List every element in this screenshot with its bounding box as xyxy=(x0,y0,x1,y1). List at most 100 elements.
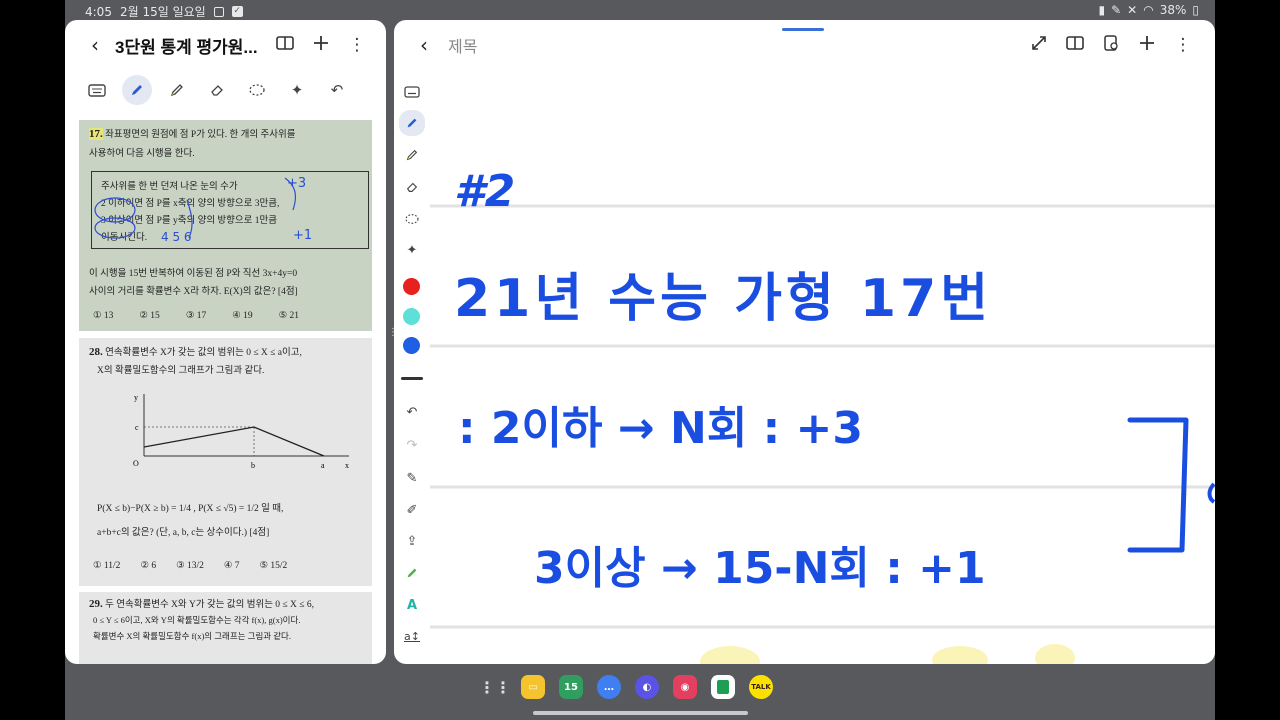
battery-level: 38% xyxy=(1159,3,1187,17)
back-arrow-icon[interactable]: ‹ xyxy=(81,33,109,57)
problem-28-choices: ① 11/2 ② 6 ③ 13/2 ④ 7 ⑤ 15/2 xyxy=(93,560,287,571)
status-time: 4:05 xyxy=(85,4,112,19)
note-toolbar: ‹ 제목 ⋮ xyxy=(394,20,1215,70)
more-options-icon[interactable]: ⋮ xyxy=(1165,35,1201,55)
problem-28-number: 28. xyxy=(89,346,103,358)
density-graph: y c O b a x xyxy=(133,393,349,470)
battery-icon: ▯ xyxy=(1192,3,1199,17)
ai-sparkle-icon[interactable]: ✦ xyxy=(277,74,317,106)
tablet-screen: 4:05 2월 15일 일요일 ✓ ▮ ✎ ✕ ◠ 38% ▯ ‹ 3단원 통계… xyxy=(65,0,1215,720)
text-style-icon[interactable]: A xyxy=(401,594,423,616)
keyboard-icon[interactable] xyxy=(401,81,423,103)
battery-saver-icon: ▮ xyxy=(1098,3,1106,17)
problem-17-choices: ① 13 ② 15 ③ 17 ④ 19 ⑤ 21 xyxy=(93,310,299,321)
camera-icon[interactable]: ◉ xyxy=(673,675,697,699)
pen-settings-icon[interactable]: ✐ xyxy=(401,499,423,521)
choice-5: ⑤ 15/2 xyxy=(259,561,288,571)
green-pen-icon[interactable] xyxy=(401,562,423,584)
pdf-viewer-pane: ‹ 3단원 통계 평가원... ⋮ ✦ ↶ 17. 좌표평면의 원점에 점 P가… xyxy=(65,20,386,664)
choice-1: ① 11/2 xyxy=(93,561,121,571)
eraser-icon[interactable] xyxy=(401,176,423,198)
split-view-handle[interactable]: ⋮ xyxy=(388,328,398,354)
pen-tool-icon[interactable] xyxy=(122,75,152,105)
graph-x-label: x xyxy=(345,461,349,470)
ink-case-one: : 2이하 → N회 : +3 xyxy=(458,403,864,454)
problem-17-ink-annotations xyxy=(94,177,297,239)
problem-28-card: 28. 연속확률변수 X가 갖는 값의 범위는 0 ≤ X ≤ a이고, X의 … xyxy=(79,338,372,586)
problem-17-card: 17. 좌표평면의 원점에 점 P가 있다. 한 개의 주사위를 사용하여 다음… xyxy=(79,120,372,331)
undo-icon[interactable]: ↶ xyxy=(317,74,357,106)
taskbar-dock: ⋮⋮ ▭ 15 … ◐ ◉ TALK xyxy=(479,671,773,703)
stroke-width-indicator[interactable] xyxy=(401,377,423,380)
messages-icon[interactable]: … xyxy=(597,675,621,699)
left-toolbar: ‹ 3단원 통계 평가원... ⋮ xyxy=(65,20,386,70)
kakaotalk-icon[interactable]: TALK xyxy=(749,675,773,699)
text-resize-icon[interactable]: a↕ xyxy=(401,625,423,647)
problem-17-line4: 사이의 거리를 확률변수 X라 하자. E(X)의 값은? [4점] xyxy=(89,287,298,297)
pen-tool-icon[interactable] xyxy=(399,110,425,136)
graph-c-label: c xyxy=(135,423,139,432)
problem-28-condition: P(X ≤ b)−P(X ≥ b) = 1/4 , P(X ≤ √5) = 1/… xyxy=(97,504,284,514)
check-notification-icon: ✓ xyxy=(231,6,243,17)
ink-heading: #2 xyxy=(454,166,516,217)
problem-29-line1: 29. 두 연속확률변수 X와 Y가 갖는 값의 범위는 0 ≤ X ≤ 6, xyxy=(89,596,314,610)
shape-pen-icon[interactable]: ✎ xyxy=(401,467,423,489)
choice-3: ③ 17 xyxy=(185,311,207,321)
ink-plus-three: +3 xyxy=(287,176,307,191)
lasso-icon[interactable] xyxy=(237,74,277,106)
files-icon[interactable]: ▭ xyxy=(521,675,545,699)
sheets-icon[interactable] xyxy=(711,675,735,699)
choice-2: ② 6 xyxy=(140,561,157,571)
note-title[interactable]: 제목 xyxy=(448,33,477,57)
eraser-icon[interactable] xyxy=(197,74,237,106)
calendar-icon[interactable]: 15 xyxy=(559,675,583,699)
ink-four-five-six: 4 5 6 xyxy=(161,230,192,244)
internet-icon[interactable]: ◐ xyxy=(635,675,659,699)
redo-icon[interactable]: ↷ xyxy=(401,434,423,456)
mute-icon: ✕ xyxy=(1127,3,1138,17)
book-view-icon[interactable] xyxy=(267,35,303,56)
add-icon[interactable] xyxy=(1129,35,1165,56)
lasso-icon[interactable] xyxy=(401,208,423,230)
problem-28-line3: a+b+c의 값은? (단, a, b, c는 상수이다.) [4점] xyxy=(97,528,270,538)
more-options-icon[interactable]: ⋮ xyxy=(339,35,375,55)
graph-y-label: y xyxy=(134,393,138,402)
gesture-nav-bar[interactable] xyxy=(533,711,748,715)
problem-28-line1: 28. 연속확률변수 X가 갖는 값의 범위는 0 ≤ X ≤ a이고, xyxy=(89,344,302,358)
problem-28-line2: X의 확률밀도함수의 그래프가 그림과 같다. xyxy=(97,366,265,376)
blue-color-swatch[interactable] xyxy=(403,337,420,354)
pen-icon: ✎ xyxy=(1111,3,1122,17)
note-tool-sidebar: ✦ ↶ ↷ ✎ ✐ ⇪ A a↕ xyxy=(394,70,430,664)
problem-28-text1: 연속확률변수 X가 갖는 값의 범위는 0 ≤ X ≤ a이고, xyxy=(105,348,302,358)
problem-29-text1: 두 연속확률변수 X와 Y가 갖는 값의 범위는 0 ≤ X ≤ 6, xyxy=(105,600,314,610)
problem-29-line2: 0 ≤ Y ≤ 6이고, X와 Y의 확률밀도함수는 각각 f(x), g(x)… xyxy=(93,615,301,625)
ink-plus-one: +1 xyxy=(293,228,313,243)
book-view-icon[interactable] xyxy=(1057,35,1093,56)
graph-a-label: a xyxy=(321,461,325,470)
note-canvas[interactable]: #2 21년 수능 가형 17번 : 2이하 → N회 : +3 3이상 → 1… xyxy=(430,70,1215,664)
ai-sparkle-icon[interactable]: ✦ xyxy=(401,239,423,261)
add-icon[interactable] xyxy=(303,35,339,56)
red-color-swatch[interactable] xyxy=(403,278,420,295)
back-arrow-icon[interactable]: ‹ xyxy=(410,33,438,57)
insert-icon[interactable]: ⇪ xyxy=(401,530,423,552)
highlighter-icon[interactable] xyxy=(401,144,423,166)
highlighter-icon[interactable] xyxy=(157,74,197,106)
choice-2: ② 15 xyxy=(139,311,160,321)
choice-3: ③ 13/2 xyxy=(176,561,204,571)
document-title[interactable]: 3단원 통계 평가원... xyxy=(115,33,265,58)
choice-1: ① 13 xyxy=(93,311,114,321)
problem-29-number: 29. xyxy=(89,598,103,610)
keyboard-icon[interactable] xyxy=(77,74,117,106)
problem-29-line3: 확률변수 X의 확률밀도함수 f(x)의 그래프는 그림과 같다. xyxy=(93,631,291,641)
problem-29-card: 29. 두 연속확률변수 X와 Y가 갖는 값의 범위는 0 ≤ X ≤ 6, … xyxy=(79,592,372,664)
teal-color-swatch[interactable] xyxy=(403,308,420,325)
undo-icon[interactable]: ↶ xyxy=(401,401,423,423)
left-pen-toolbar: ✦ ↶ xyxy=(65,72,386,108)
expand-icon[interactable] xyxy=(1021,35,1057,56)
status-bar: 4:05 2월 15일 일요일 ✓ ▮ ✎ ✕ ◠ 38% ▯ xyxy=(65,0,1215,20)
ink-case-two: 3이상 → 15-N회 : +1 xyxy=(534,543,986,594)
page-settings-icon[interactable] xyxy=(1093,34,1129,56)
choice-4: ④ 7 xyxy=(223,561,240,571)
app-drawer-icon[interactable]: ⋮⋮ xyxy=(479,675,511,699)
